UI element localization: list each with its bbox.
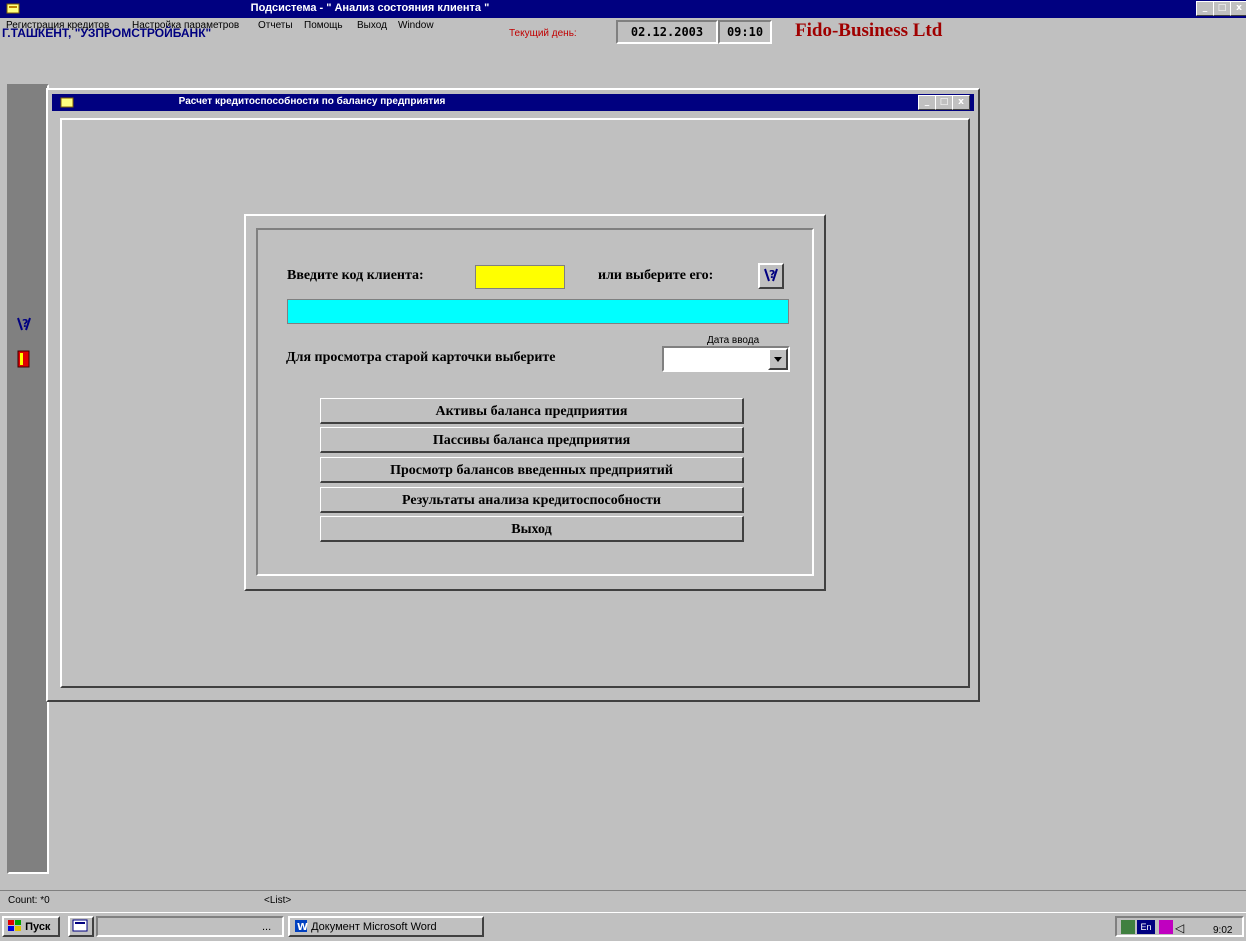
minimize-button[interactable]: _ [1196, 1, 1214, 16]
close-button[interactable]: x [1230, 1, 1246, 16]
company-name: Fido-Business Ltd [795, 20, 943, 41]
system-tray: En ◁ 9:02 [1115, 916, 1244, 937]
svg-text:?: ? [22, 317, 28, 330]
svg-text:W: W [297, 922, 308, 933]
taskbar-app-button[interactable]: ... [96, 916, 284, 937]
select-client-button[interactable]: ? [758, 263, 784, 289]
exit-door-icon[interactable] [13, 348, 35, 370]
exit-button[interactable]: Выход [320, 516, 744, 542]
current-day-label: Текущий день: [509, 28, 577, 39]
client-code-label: Введите код клиента: [287, 268, 424, 283]
child-close-button[interactable]: x [952, 95, 970, 110]
tray-network-icon[interactable] [1121, 920, 1135, 934]
word-doc-button[interactable]: W Документ Microsoft Word [288, 916, 484, 937]
current-time: 09:10 [718, 20, 772, 44]
status-bar: Count: *0 <List> [0, 890, 1246, 911]
analysis-results-button[interactable]: Результаты анализа кредитоспособности [320, 487, 744, 513]
list-status: <List> [264, 895, 292, 906]
volume-icon[interactable]: ◁ [1175, 919, 1184, 938]
quick-launch-icon[interactable] [68, 916, 94, 937]
child-maximize-button[interactable]: □ [935, 95, 953, 110]
child-title: Расчет кредитоспособности по балансу пре… [178, 96, 446, 107]
app-title: Подсистема - " Анализ состояния клиента … [250, 2, 490, 14]
menu-help[interactable]: Помощь [304, 20, 343, 31]
liabilities-button[interactable]: Пассивы баланса предприятия [320, 427, 744, 453]
left-toolbar: ? [7, 84, 49, 874]
current-date: 02.12.2003 [616, 20, 718, 44]
date-select[interactable] [662, 346, 790, 372]
view-balances-button[interactable]: Просмотр балансов введенных предприятий [320, 457, 744, 483]
taskbar-ellipsis: ... [262, 921, 272, 933]
start-label: Пуск [25, 921, 51, 933]
app-title-bar[interactable]: Подсистема - " Анализ состояния клиента … [0, 0, 1246, 18]
child-minimize-button[interactable]: _ [918, 95, 936, 110]
word-icon: W [295, 920, 308, 933]
menu-window[interactable]: Window [398, 20, 434, 31]
word-doc-label: Документ Microsoft Word [311, 921, 437, 933]
dropdown-arrow-icon[interactable] [768, 348, 788, 370]
maximize-button[interactable]: □ [1213, 1, 1231, 16]
taskbar: Пуск ... W Документ Microsoft Word En ◁ … [0, 912, 1246, 940]
old-card-label: Для просмотра старой карточки выберите [286, 350, 556, 365]
tray-app-icon[interactable] [1159, 920, 1173, 934]
client-name-field[interactable] [287, 299, 789, 324]
windows-logo-icon [8, 920, 21, 931]
date-entry-label: Дата ввода [707, 335, 760, 346]
bank-name: Г.ТАШКЕНТ, "УЗПРОМСТРОЙБАНК" [2, 26, 212, 40]
start-button[interactable]: Пуск [2, 916, 60, 937]
language-indicator[interactable]: En [1137, 920, 1155, 934]
child-title-bar[interactable]: Расчет кредитоспособности по балансу пре… [52, 94, 974, 111]
clock[interactable]: 9:02 [1213, 921, 1232, 940]
svg-text:?: ? [769, 268, 775, 281]
or-select-label: или выберите его: [598, 268, 714, 283]
client-code-input[interactable] [475, 265, 565, 289]
menu-exit[interactable]: Выход [357, 20, 387, 31]
find-client-icon[interactable]: ? [13, 314, 35, 336]
assets-button[interactable]: Активы баланса предприятия [320, 398, 744, 424]
menu-reports[interactable]: Отчеты [258, 20, 293, 31]
find-client-icon: ? [764, 268, 778, 282]
count-status: Count: *0 [8, 895, 50, 906]
